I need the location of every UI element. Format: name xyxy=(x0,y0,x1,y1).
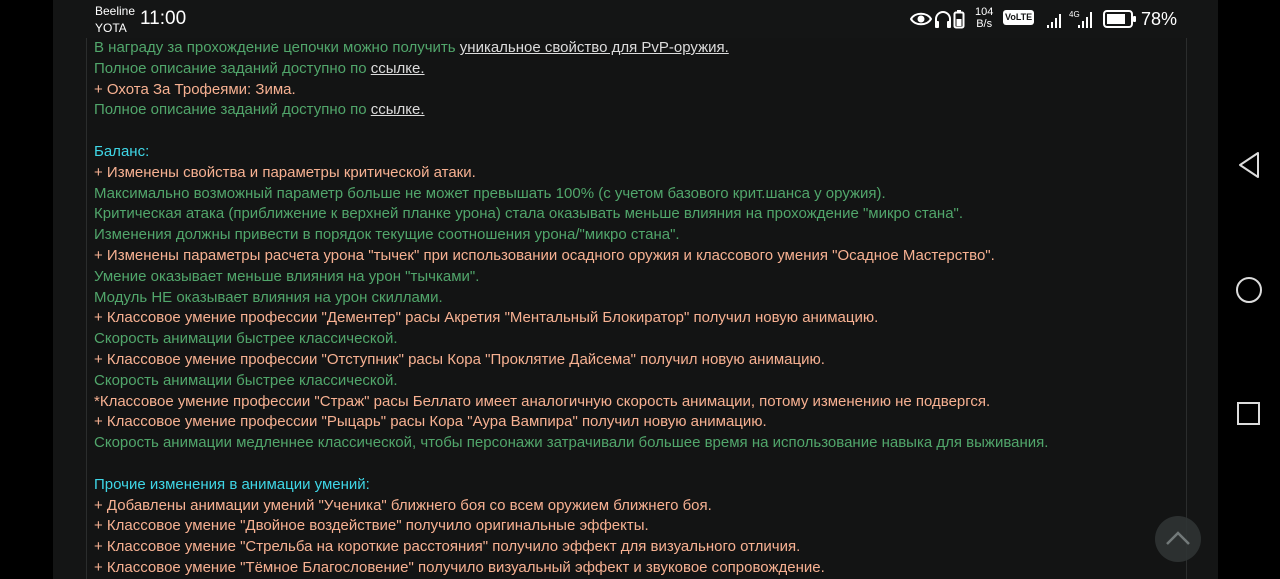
text-line: Скорость анимации быстрее классической. xyxy=(94,371,1184,392)
clock: 11:00 xyxy=(140,8,187,29)
battery-percent: 78% xyxy=(1141,9,1178,29)
patch-notes-text: В награду за прохождение цепочки можно п… xyxy=(94,38,1184,579)
line-text: + Добавлены анимации умений "Ученика" бл… xyxy=(94,496,712,514)
line-text: + Классовое умение "Стрельба на короткие… xyxy=(94,538,801,556)
line-text: Скорость анимации быстрее классической. xyxy=(94,371,398,389)
line-text: Скорость анимации медленнее классической… xyxy=(94,434,1049,452)
line-text: Умение оказывает меньше влияния на урон … xyxy=(94,267,480,285)
text-line: Модуль НЕ оказывает влияния на урон скил… xyxy=(94,288,1184,309)
text-line: *Классовое умение профессии "Страж" расы… xyxy=(94,392,1184,413)
text-line: Максимально возможный параметр больше не… xyxy=(94,184,1184,205)
line-text: В награду за прохождение цепочки можно п… xyxy=(94,39,460,56)
text-line: + Классовое умение "Двойное воздействие"… xyxy=(94,516,1184,537)
text-line: Умение оказывает меньше влияния на урон … xyxy=(94,267,1184,288)
line-text: Скорость анимации быстрее классической. xyxy=(94,330,398,348)
inline-link[interactable]: ссылке. xyxy=(371,101,425,118)
text-line: + Классовое умение профессии "Отступник"… xyxy=(94,350,1184,371)
recents-button[interactable] xyxy=(1236,401,1262,427)
headphones-icon xyxy=(935,11,951,28)
svg-text:4G: 4G xyxy=(1069,10,1080,19)
battery-icon xyxy=(1103,10,1136,28)
line-text: + Классовое умение профессии "Дементер" … xyxy=(94,309,879,327)
text-line: Баланс: xyxy=(94,142,1184,163)
text-line: + Классовое умение профессии "Дементер" … xyxy=(94,308,1184,329)
line-text: Прочие изменения в анимации умений: xyxy=(94,475,370,493)
status-bar: Beeline YOTA 11:00 104 B/s VoLTE 4G 78% xyxy=(53,0,1218,38)
line-text: + Изменены свойства и параметры критичес… xyxy=(94,163,476,181)
home-button[interactable] xyxy=(1236,276,1264,304)
carrier-primary: Beeline xyxy=(95,4,136,18)
text-line: + Изменены свойства и параметры критичес… xyxy=(94,163,1184,184)
network-speed: 104 B/s xyxy=(975,6,993,30)
text-line: Скорость анимации медленнее классической… xyxy=(94,433,1184,454)
carrier-secondary: YOTA xyxy=(95,21,127,35)
back-button[interactable] xyxy=(1236,150,1262,180)
line-text: Максимально возможный параметр больше не… xyxy=(94,184,886,202)
signal-4g-icon: 4G xyxy=(1069,10,1092,28)
text-line: Критическая атака (приближение к верхней… xyxy=(94,204,1184,225)
device-battery-icon xyxy=(953,10,965,29)
line-text: + Классовое умение профессии "Рыцарь" ра… xyxy=(94,413,767,431)
line-text: Полное описание заданий доступно по xyxy=(94,101,371,119)
text-line: + Охота За Трофеями: Зима. xyxy=(94,80,1184,101)
text-line: + Классовое умение профессии "Рыцарь" ра… xyxy=(94,412,1184,433)
text-line: В награду за прохождение цепочки можно п… xyxy=(94,38,1184,59)
line-text: Критическая атака (приближение к верхней… xyxy=(94,205,964,223)
inline-link[interactable]: ссылке. xyxy=(371,60,425,77)
left-edge xyxy=(0,0,53,579)
line-text: + Классовое умение "Тёмное Благословение… xyxy=(94,558,825,576)
text-line: + Изменены параметры расчета урона "тыче… xyxy=(94,246,1184,267)
line-text: *Классовое умение профессии "Страж" расы… xyxy=(94,392,991,410)
network-speed-value: 104 xyxy=(975,6,994,18)
line-text: + Классовое умение профессии "Отступник"… xyxy=(94,350,825,368)
chevron-up-icon xyxy=(1166,531,1190,545)
text-line: + Добавлены анимации умений "Ученика" бл… xyxy=(94,496,1184,517)
inline-link[interactable]: уникальное свойство для PvP-оружия. xyxy=(460,39,729,56)
text-line: Скорость анимации быстрее классической. xyxy=(94,329,1184,350)
line-text: Полное описание заданий доступно по xyxy=(94,59,371,77)
navigation-bar xyxy=(1218,0,1280,579)
line-text: + Классовое умение "Двойное воздействие"… xyxy=(94,517,649,535)
eye-icon xyxy=(910,12,932,26)
text-line: + Классовое умение "Стрельба на короткие… xyxy=(94,537,1184,558)
scroll-top-button[interactable] xyxy=(1155,516,1201,562)
text-line: Прочие изменения в анимации умений: xyxy=(94,475,1184,496)
line-text: Модуль НЕ оказывает влияния на урон скил… xyxy=(94,288,443,306)
signal-sim1-icon xyxy=(1047,14,1061,28)
text-line: Изменения должны привести в порядок теку… xyxy=(94,225,1184,246)
text-line: + Классовое умение "Тёмное Благословение… xyxy=(94,558,1184,579)
line-text: Баланс: xyxy=(94,142,150,160)
line-text: + Изменены параметры расчета урона "тыче… xyxy=(94,246,995,264)
line-text: + Охота За Трофеями: Зима. xyxy=(94,80,296,98)
network-speed-unit: B/s xyxy=(976,18,993,30)
text-line: Полное описание заданий доступно по ссыл… xyxy=(94,100,1184,121)
volte-badge: VoLTE xyxy=(1003,10,1035,25)
line-text: Изменения должны привести в порядок теку… xyxy=(94,226,680,244)
text-line: Полное описание заданий доступно по ссыл… xyxy=(94,59,1184,80)
